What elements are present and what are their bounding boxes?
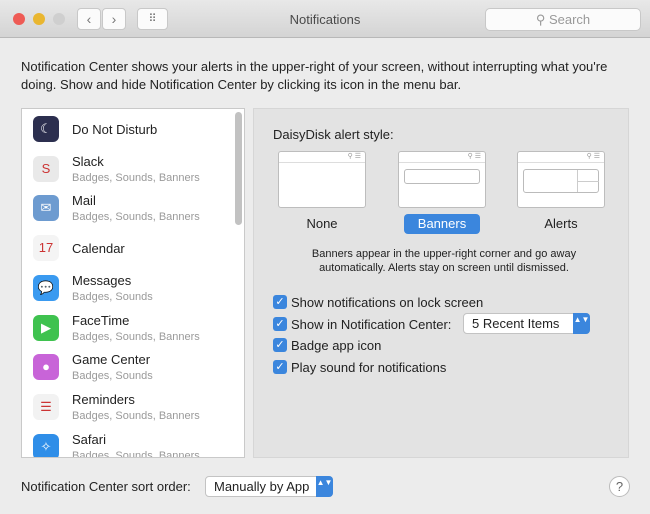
- style-none-label[interactable]: None: [278, 216, 366, 231]
- app-alert-summary: Badges, Sounds: [72, 290, 153, 303]
- help-button[interactable]: ?: [609, 476, 630, 497]
- play-sound-checkbox[interactable]: ✓: [273, 360, 287, 374]
- app-list-item[interactable]: ● Game Center Badges, Sounds: [22, 348, 232, 388]
- app-name: FaceTime: [72, 312, 130, 328]
- style-none-preview[interactable]: ⚲ ☰: [278, 151, 366, 208]
- badge-icon-label: Badge app icon: [291, 338, 382, 353]
- notification-center-checkbox[interactable]: ✓: [273, 317, 287, 331]
- stepper-arrows-icon: ▲▼: [573, 313, 590, 334]
- play-sound-label: Play sound for notifications: [291, 360, 447, 375]
- lock-screen-label: Show notifications on lock screen: [291, 295, 484, 310]
- app-icon: 17: [33, 235, 59, 262]
- scrollbar[interactable]: [235, 112, 242, 225]
- notification-center-label: Show in Notification Center:: [291, 317, 452, 332]
- lock-screen-checkbox[interactable]: ✓: [273, 295, 287, 309]
- app-list[interactable]: ☾ Do Not Disturb S Slack Badges, Sounds, Ban…: [21, 108, 245, 458]
- preview-icons: ⚲ ☰: [279, 152, 365, 163]
- sort-order-label: Notification Center sort order:: [21, 479, 191, 494]
- style-banners-preview[interactable]: ⚲ ☰: [398, 151, 486, 208]
- app-alert-summary: Badges, Sounds, Banners: [72, 211, 200, 224]
- app-icon: ☾: [33, 116, 59, 142]
- app-alert-summary: Badges, Sounds: [72, 370, 153, 383]
- app-alert-summary: Badges, Sounds, Banners: [72, 449, 200, 458]
- preview-icons: ⚲ ☰: [399, 152, 485, 163]
- search-input[interactable]: ⚲ Search: [485, 8, 641, 31]
- app-alert-summary: Badges, Sounds, Banners: [72, 330, 200, 343]
- app-alert-summary: Badges, Sounds, Banners: [72, 171, 200, 184]
- app-icon: ●: [33, 354, 59, 381]
- style-alerts-label[interactable]: Alerts: [517, 216, 605, 231]
- sort-order-value: Manually by App: [214, 479, 310, 494]
- app-icon: ▶: [33, 314, 59, 341]
- badge-icon-checkbox[interactable]: ✓: [273, 338, 287, 352]
- app-name: Messages: [72, 272, 132, 288]
- app-icon: ☰: [33, 393, 59, 420]
- app-name: Calendar: [72, 241, 125, 257]
- app-list-item[interactable]: 17 Calendar: [22, 229, 232, 269]
- app-icon: ✉: [33, 195, 59, 222]
- recent-items-select[interactable]: 5 Recent Items ▲▼: [463, 313, 590, 334]
- app-list-item[interactable]: ☾ Do Not Disturb: [22, 110, 232, 150]
- search-placeholder: Search: [548, 12, 591, 27]
- style-alerts-preview[interactable]: ⚲ ☰: [517, 151, 605, 208]
- app-icon: 💬: [33, 274, 59, 301]
- app-name: Reminders: [72, 391, 135, 407]
- app-name: Mail: [72, 193, 96, 209]
- app-icon: S: [33, 155, 59, 182]
- app-name: Do Not Disturb: [72, 122, 158, 137]
- settings-panel: DaisyDisk alert style: ⚲ ☰ ⚲ ☰ ⚲ ☰ None …: [253, 108, 629, 458]
- sort-order-select[interactable]: Manually by App ▲▼: [205, 476, 333, 497]
- app-icon: ✧: [33, 433, 59, 457]
- app-name: Safari: [72, 431, 106, 447]
- recent-items-value: 5 Recent Items: [472, 316, 560, 331]
- app-list-item[interactable]: ☰ Reminders Badges, Sounds, Banners: [22, 388, 232, 428]
- app-list-item[interactable]: 💬 Messages Badges, Sounds: [22, 269, 232, 309]
- app-list-item[interactable]: ✉ Mail Badges, Sounds, Banners: [22, 189, 232, 229]
- app-list-item[interactable]: S Slack Badges, Sounds, Banners: [22, 150, 232, 190]
- stepper-arrows-icon: ▲▼: [316, 476, 333, 497]
- alert-style-heading: DaisyDisk alert style:: [273, 127, 394, 142]
- app-list-item[interactable]: ✧ Safari Badges, Sounds, Banners: [22, 428, 232, 458]
- intro-text: Notification Center shows your alerts in…: [21, 59, 608, 92]
- preview-icons: ⚲ ☰: [518, 152, 604, 163]
- style-banners-label[interactable]: Banners: [404, 214, 480, 234]
- title-bar: ‹ › ⠿ Notifications ⚲ Search: [0, 0, 650, 38]
- app-name: Slack: [72, 153, 104, 169]
- app-list-item[interactable]: ▶ FaceTime Badges, Sounds, Banners: [22, 309, 232, 349]
- search-icon: ⚲: [535, 12, 549, 27]
- app-name: Game Center: [72, 352, 151, 368]
- style-description: Banners appear in the upper-right corner…: [311, 248, 577, 274]
- app-alert-summary: Badges, Sounds, Banners: [72, 409, 200, 422]
